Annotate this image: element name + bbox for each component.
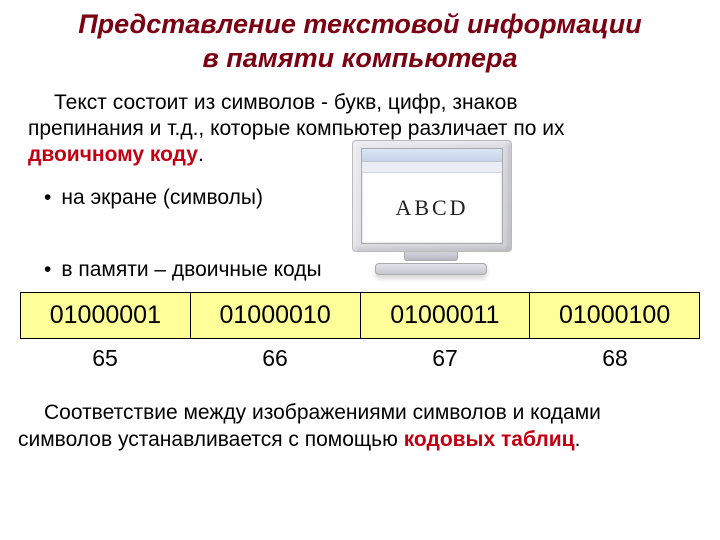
para1-binary-term: двоичному коду [28, 143, 198, 166]
decimal-value: 67 [360, 345, 530, 372]
monitor-illustration: ABCD [352, 140, 510, 280]
decimal-value: 66 [190, 345, 360, 372]
closing-paragraph: Соответствие между изображениями символо… [18, 400, 702, 453]
para1-line2: препинания и т.д., которые компьютер раз… [28, 117, 564, 140]
screen-document-text: ABCD [362, 173, 502, 243]
period: . [198, 143, 204, 166]
title-line-2: в памяти компьютера [202, 43, 517, 73]
binary-codes-table: 01000001 01000010 01000011 01000100 [20, 292, 700, 339]
bullet-dot-icon: • [44, 186, 51, 210]
code-cell: 01000010 [190, 293, 360, 339]
decimal-value: 68 [530, 345, 700, 372]
bullet-1-text: на экране (символы) [61, 186, 263, 210]
title-line-1: Представление текстовой информации [78, 9, 641, 39]
bullet-dot-icon: • [44, 258, 51, 282]
slide-title: Представление текстовой информации в пам… [0, 0, 720, 76]
decimal-value: 65 [20, 345, 190, 372]
monitor-screen: ABCD [361, 148, 503, 244]
para2-kodov-term: кодовых таблиц [404, 428, 575, 451]
monitor-base [375, 263, 487, 275]
para1-line1: Текст состоит из символов - букв, цифр, … [54, 91, 517, 114]
screen-menubar [362, 149, 502, 162]
monitor-stand [404, 252, 458, 261]
screen-toolbar [362, 162, 502, 173]
bullet-2-text: в памяти – двоичные коды [61, 258, 321, 282]
code-cell: 01000001 [21, 293, 191, 339]
code-cell: 01000011 [360, 293, 530, 339]
period: . [575, 428, 581, 451]
monitor-frame: ABCD [352, 140, 512, 252]
para2-line1: Соответствие между изображениями символо… [44, 401, 601, 424]
decimal-values-row: 65 66 67 68 [20, 345, 700, 372]
code-cell: 01000100 [530, 293, 700, 339]
para2-line2: символов устанавливается с помощью [18, 428, 404, 451]
